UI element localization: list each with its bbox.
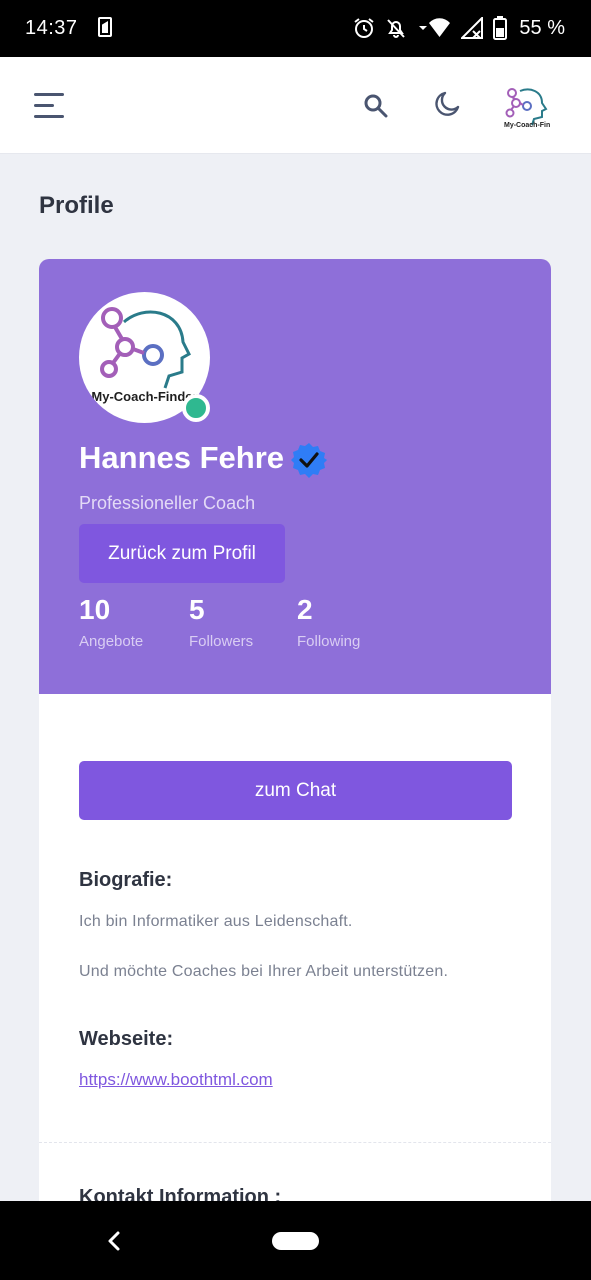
moon-icon[interactable] — [433, 90, 461, 118]
avatar: My-Coach-Finder — [79, 292, 210, 423]
home-pill[interactable] — [272, 1232, 319, 1250]
signal-icon — [461, 17, 484, 39]
website-link[interactable]: https://www.boothtml.com — [79, 1070, 273, 1090]
stat-following[interactable]: 2 Following — [297, 592, 360, 650]
bio-line: Und möchte Coaches bei Ihrer Arbeit unte… — [79, 963, 449, 980]
battery-icon — [493, 16, 508, 40]
back-to-profile-button[interactable]: Zurück zum Profil — [79, 524, 285, 583]
bio-heading: Biografie: — [79, 869, 173, 891]
wifi-icon — [419, 18, 451, 37]
back-nav-icon[interactable] — [104, 1229, 124, 1253]
stat-offers: 10 Angebote — [79, 592, 143, 650]
divider — [39, 1142, 551, 1143]
svg-text:My-Coach-Finder: My-Coach-Finder — [504, 122, 550, 129]
profile-header: My-Coach-Finder Hannes Fehre Professione… — [39, 259, 551, 694]
menu-icon[interactable] — [34, 93, 64, 119]
profile-name: Hannes Fehre — [79, 440, 285, 475]
online-status-badge — [182, 394, 210, 422]
logo[interactable]: My-Coach-Finder — [500, 85, 550, 129]
battery-percentage: 55 % — [519, 16, 565, 39]
stat-label: Following — [297, 633, 361, 650]
alarm-icon — [354, 18, 375, 38]
stat-value: 2 — [297, 594, 313, 625]
page-title: Profile — [39, 192, 114, 219]
stat-followers[interactable]: 5 Followers — [189, 592, 253, 650]
status-bar: 14:37 55 % — [0, 0, 591, 57]
stat-label: Angebote — [79, 633, 144, 650]
search-icon[interactable] — [363, 93, 389, 119]
profile-role: Professioneller Coach — [79, 493, 256, 513]
stat-value: 10 — [79, 594, 111, 625]
website-heading: Webseite: — [79, 1028, 174, 1050]
stat-value: 5 — [189, 594, 205, 625]
bell-off-icon — [387, 19, 406, 38]
bio-line: Ich bin Informatiker aus Leidenschaft. — [79, 913, 353, 930]
app-header: My-Coach-Finder — [0, 57, 591, 154]
chat-button[interactable]: zum Chat — [79, 761, 512, 820]
system-nav-bar — [0, 1201, 591, 1280]
sim-icon — [98, 17, 112, 37]
status-icons: 55 % — [353, 14, 565, 42]
stat-label: Followers — [189, 633, 254, 650]
status-time: 14:37 — [25, 17, 78, 39]
verified-icon — [291, 443, 327, 478]
avatar-text: My-Coach-Finder — [91, 389, 197, 404]
profile-card: My-Coach-Finder Hannes Fehre Professione… — [39, 259, 551, 1219]
